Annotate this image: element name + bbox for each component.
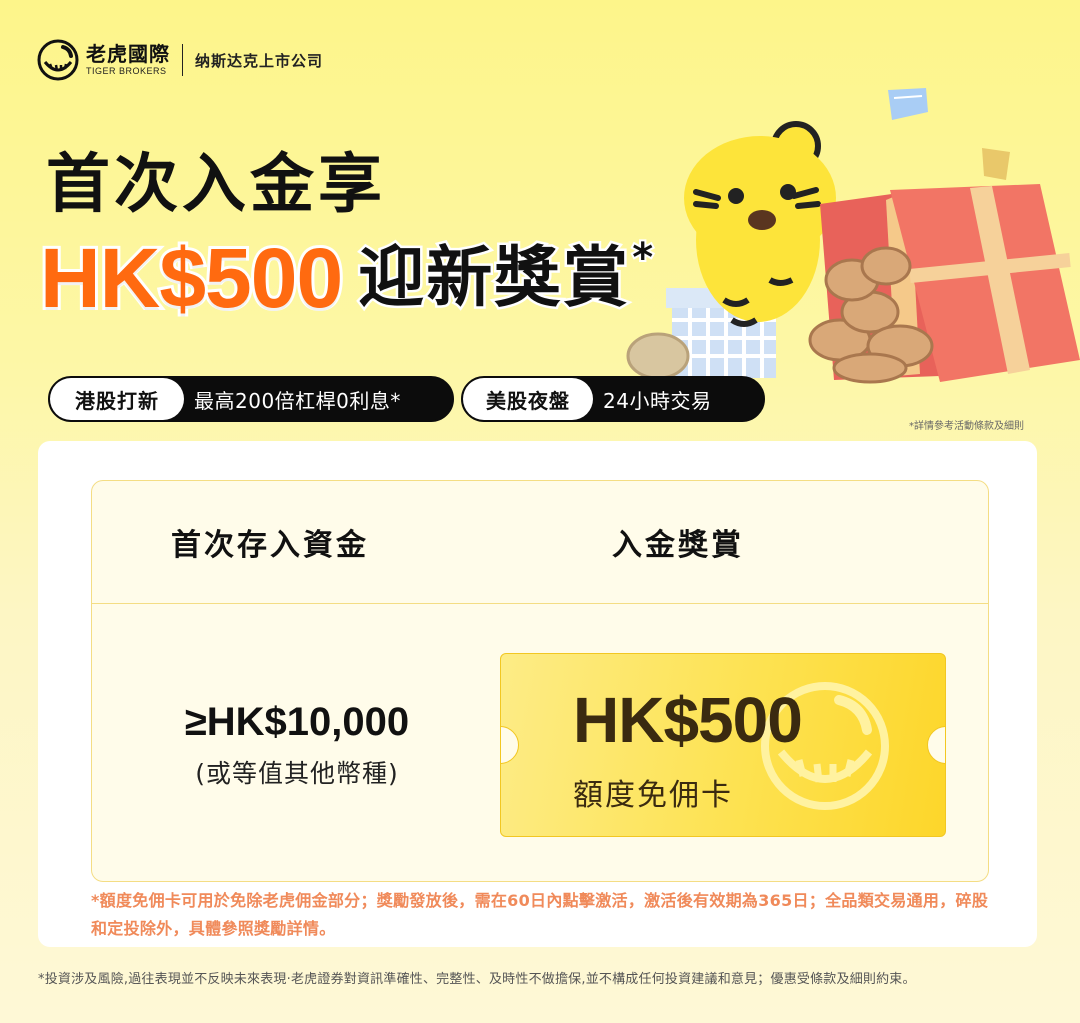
pill-label-us-night: 美股夜盤	[463, 378, 593, 420]
brand-tagline: 纳斯达克上市公司	[195, 51, 324, 70]
brand-logo: 老虎國際 TIGER BROKERS 纳斯达克上市公司	[36, 38, 323, 82]
floating-coin-icon	[982, 148, 1010, 180]
header-reward: 入金獎賞	[612, 528, 744, 563]
hk-ipo-pill: 港股打新 最高200倍杠桿0利息*	[48, 376, 454, 422]
reward-table: 首次存入資金 入金獎賞 ≥HK$10,000 (或等值其他幣種) HK$500 …	[91, 480, 989, 882]
pill-value-hk-ipo: 最高200倍杠桿0利息*	[194, 388, 401, 413]
tiger-logo-icon	[37, 39, 79, 81]
reward-disclaimer: *額度免佣卡可用於免除老虎佣金部分；獎勵發放後，需在60日內點擊激活，激活後有效…	[91, 891, 989, 938]
deposit-currency-note: (或等值其他幣種)	[195, 759, 399, 788]
deposit-threshold: ≥HK$10,000	[184, 700, 410, 744]
pill-value-us-night: 24小時交易	[603, 388, 712, 413]
table-header: 首次存入資金 入金獎賞	[92, 481, 988, 604]
headline-amount: HK$500	[37, 228, 346, 328]
headline-reward-text: 迎新獎賞	[356, 237, 631, 319]
brand-name-cn: 老虎國際	[86, 42, 170, 66]
tiger-gift-illustration	[626, 88, 1080, 384]
footer-disclaimer: *投資涉及風險,過往表現並不反映未來表現·老虎證券對資訊準確性、完整性、及時性不…	[38, 972, 916, 987]
reward-ticket: HK$500 額度免佣卡	[500, 653, 946, 837]
terms-note: *詳情參考活動條款及細則	[909, 421, 1024, 432]
deposit-cell: ≥HK$10,000 (或等值其他幣種)	[92, 605, 502, 881]
ticket-notch-left	[501, 726, 519, 764]
reward-amount: HK$500	[573, 684, 803, 756]
headline-line1: 首次入金享	[46, 148, 386, 222]
header-deposit: 首次存入資金	[171, 528, 369, 563]
pill-label-hk-ipo: 港股打新	[50, 378, 184, 420]
headline-line2: HK$500 迎新獎賞 *	[37, 228, 655, 328]
logo-divider	[182, 44, 183, 76]
brand-name-en: TIGER BROKERS	[86, 66, 167, 76]
coin-icon	[626, 332, 690, 380]
floating-ticket-icon	[888, 88, 928, 120]
us-night-pill: 美股夜盤 24小時交易	[461, 376, 765, 422]
reward-label: 額度免佣卡	[573, 778, 733, 813]
reward-card: 首次存入資金 入金獎賞 ≥HK$10,000 (或等值其他幣種) HK$500 …	[38, 441, 1037, 947]
ticket-notch-right	[927, 726, 945, 764]
